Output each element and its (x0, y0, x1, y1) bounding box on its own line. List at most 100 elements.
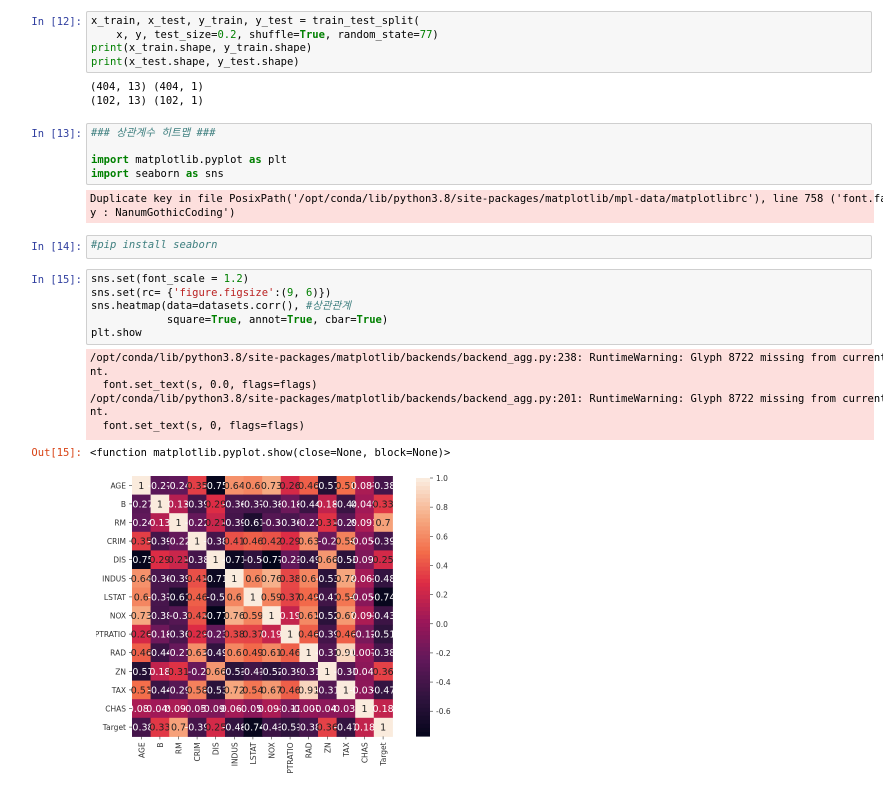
code-line: sns.set(font_scale = 1.2) (91, 273, 867, 287)
heatmap-annotation: -0.27 (129, 499, 154, 510)
code-token: ) (242, 273, 250, 285)
heatmap-annotation: -0.31 (296, 667, 321, 678)
heatmap-annotation: 0.6 (227, 648, 242, 659)
heatmap-col-label: Target (379, 742, 388, 766)
colorbar-segment (416, 691, 430, 697)
heatmap-row-label: CHAS (105, 705, 126, 714)
colorbar-segment (416, 707, 430, 713)
code-token: x_train, x_test, y_train, y_test = train… (91, 15, 420, 27)
colorbar-segment (416, 607, 430, 612)
cell-13-code[interactable]: ### 상관계수 히트맵 ### import matplotlib.pyplot… (86, 123, 872, 185)
colorbar-segment (416, 494, 430, 499)
heatmap-col-label: AGE (137, 742, 146, 758)
code-line: x, y, test_size=0.2, shuffle=True, rando… (91, 29, 867, 43)
colorbar-segment (416, 546, 430, 552)
colorbar-segment (416, 598, 430, 604)
code-token: seaborn (128, 167, 186, 180)
heatmap-annotation: 0.6 (245, 481, 260, 492)
colorbar-segment (416, 611, 430, 616)
heatmap-annotation: 0.25 (373, 555, 394, 566)
code-line: ### 상관계수 히트맵 ### (91, 127, 867, 141)
colorbar-segment (416, 570, 430, 576)
heatmap-annotation: -0.38 (371, 648, 396, 659)
colorbar-segment (416, 639, 430, 644)
heatmap-annotation: 0.19 (261, 630, 282, 641)
heatmap-annotation: 0.6 (245, 574, 260, 585)
colorbar-segment (416, 659, 430, 665)
colorbar-segment (416, 619, 430, 624)
cell-14-prompt: In [14]: (31, 241, 82, 253)
cell-14-code[interactable]: #pip install seaborn (86, 235, 872, 259)
code-line: square=True, annot=True, cbar=True) (91, 314, 867, 328)
heatmap-annotation: -0.2 (188, 667, 207, 678)
heatmap-annotation: 1 (287, 630, 293, 641)
code-token: 1.2 (223, 273, 243, 285)
correlation-heatmap: 1 -0.27-0.240.35-0.750.64 0.6 0.730.260.46-… (96, 474, 451, 774)
heatmap-col-label: LSTAT (249, 742, 258, 764)
colorbar-segment (416, 490, 430, 495)
heatmap-annotation: 0.18 (373, 704, 394, 715)
cell-15-code[interactable]: sns.set(font_scale = 1.2) sns.set(rc= {'f… (86, 269, 872, 345)
colorbar-tick-label: ‐0.6 (436, 707, 451, 716)
heatmap-row-label: RM (114, 519, 126, 528)
cell-15-stderr: /opt/conda/lib/python3.8/site-packages/m… (86, 349, 883, 440)
colorbar-segment (416, 574, 430, 580)
colorbar-tick-label: ‐0.4 (436, 678, 451, 687)
code-token: , shuffle= (236, 28, 300, 41)
code-token: import (91, 167, 129, 180)
heatmap-annotation: 1 (138, 481, 144, 492)
colorbar-segment (416, 695, 430, 701)
code-line: #pip install seaborn (91, 239, 867, 253)
code-token: True (299, 28, 325, 41)
colorbar-segment (416, 590, 430, 596)
code-token: #pip install seaborn (91, 239, 218, 251)
cell-12-code[interactable]: x_train, x_test, y_train, y_test = train… (86, 11, 872, 73)
code-line: x_train, x_test, y_train, y_test = train… (91, 15, 867, 29)
colorbar-segment (416, 675, 430, 681)
colorbar-segment (416, 602, 430, 608)
heatmap-annotation: -0.74 (371, 592, 396, 603)
colorbar-segment (416, 627, 430, 632)
code-line: plt.show (91, 327, 867, 341)
colorbar-segment (416, 623, 430, 628)
colorbar-segment (416, 582, 430, 588)
heatmap-annotation: 0.33 (373, 499, 394, 510)
code-token: square= (91, 313, 212, 326)
code-line: sns.heatmap(data=datasets.corr(), #상관관계 (91, 300, 867, 314)
heatmap-annotation: 0.33 (149, 723, 170, 734)
colorbar-segment (416, 482, 430, 487)
cell-13-prompt: In [13]: (31, 128, 82, 140)
colorbar-segment (416, 703, 430, 709)
colorbar-segment (416, 542, 430, 548)
colorbar-segment (416, 514, 430, 519)
colorbar-segment (416, 562, 430, 568)
code-line: import seaborn as sns (91, 168, 867, 182)
heatmap-col-label: CRIM (193, 742, 202, 761)
code-token: ) (381, 313, 389, 326)
colorbar-tick-label: 0.2 (436, 591, 448, 600)
colorbar-segment (416, 715, 430, 721)
heatmap-annotation: -0.49 (203, 648, 228, 659)
heatmap-annotation: -0.71 (203, 574, 228, 585)
heatmap-annotation: -0.3 (169, 611, 188, 622)
heatmap-row-label: PTRATIO (96, 630, 126, 639)
heatmap-annotation: -0.39 (371, 537, 396, 548)
colorbar-segment (416, 522, 430, 527)
colorbar-segment (416, 578, 430, 584)
colorbar-tick-label: 0.8 (436, 503, 448, 512)
heatmap-col-label: B (156, 742, 165, 747)
heatmap-col-label: TAX (342, 742, 351, 757)
colorbar-segment (416, 566, 430, 572)
cell-12-prompt: In [12]: (31, 16, 82, 28)
code-line: import matplotlib.pyplot as plt (91, 154, 867, 168)
cell-15-out-text: <function matplotlib.pyplot.show(close=N… (90, 447, 451, 459)
heatmap-annotation: 0.63 (298, 537, 319, 548)
colorbar-segment (416, 534, 430, 540)
colorbar-segment (416, 558, 430, 564)
code-token: , annot= (236, 313, 287, 326)
cell-12-output: (404, 13) (404, 1) (102, 13) (102, 1) (90, 81, 204, 107)
code-token: :( (274, 286, 287, 299)
heatmap-annotation: 1 (380, 723, 386, 734)
heatmap-annotation: 0.13 (149, 518, 170, 529)
